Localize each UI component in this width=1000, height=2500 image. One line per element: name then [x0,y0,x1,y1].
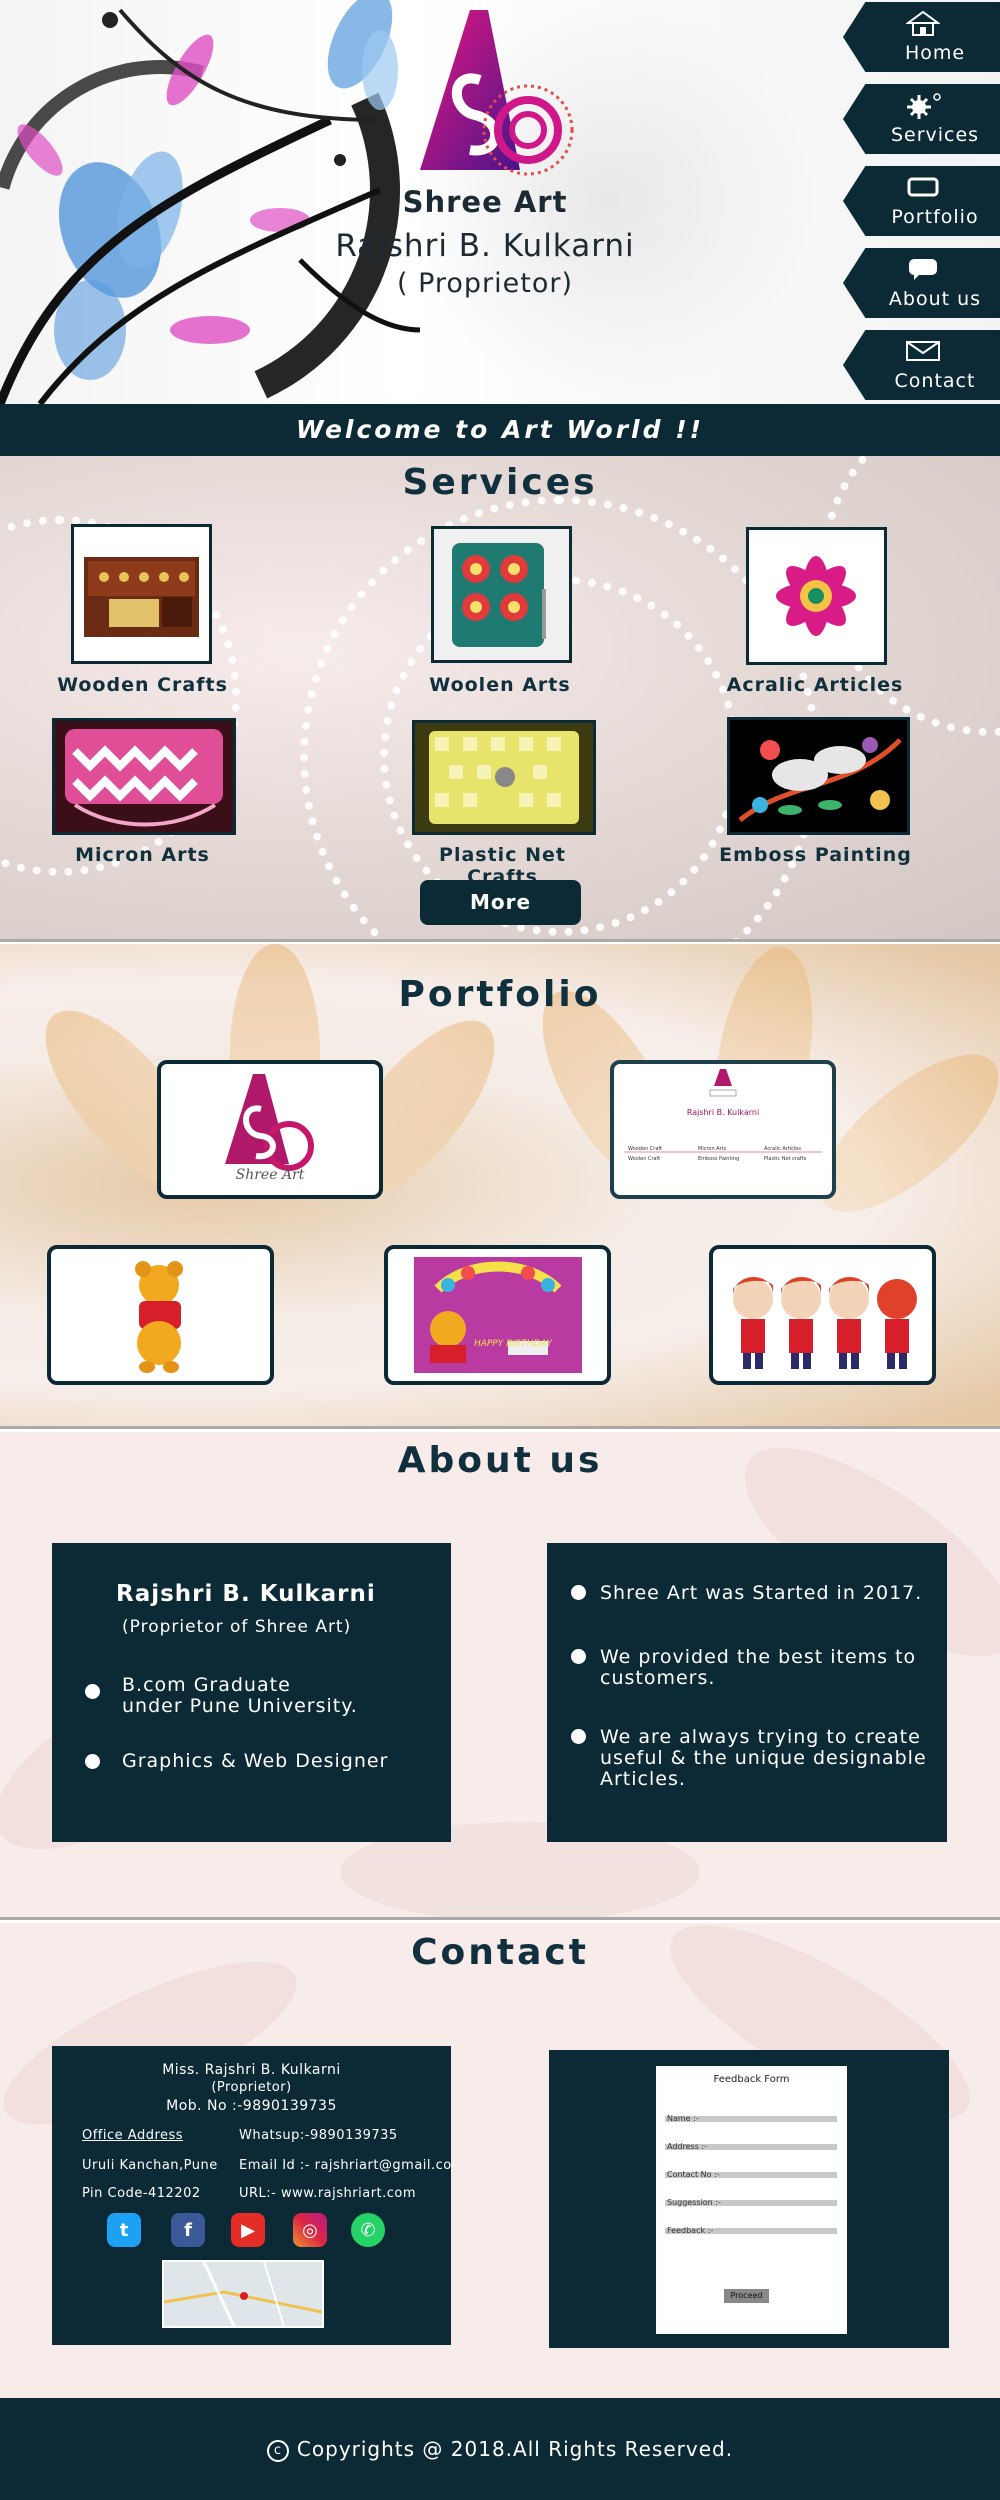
home-icon [901,9,945,37]
nav-label: Home [904,42,966,64]
about-point: Shree Art was Started in 2017. [600,1582,923,1604]
service-image-woolen-arts[interactable] [431,526,572,663]
portfolio-item-birthday[interactable]: HAPPY BIRTHDAY [384,1245,611,1385]
nav-about[interactable]: About us [843,248,1000,318]
nav-home[interactable]: Home [843,2,1000,72]
address-label: Address :- [667,2142,707,2151]
bullet-icon [571,1649,586,1664]
youtube-icon[interactable]: ▶ [231,2213,265,2247]
nav-services[interactable]: Services [843,84,1000,154]
brand-name: Shree Art [402,185,568,219]
about-owner-subtitle: (Proprietor of Shree Art) [122,1617,352,1637]
card-item: Plastic Net crafts [764,1156,807,1162]
contact-name: Miss. Rajshri B. Kulkarni [162,2062,341,2078]
service-image-acralic-articles[interactable] [746,527,887,665]
feedback-label: Feedback :- [667,2226,714,2235]
twitter-icon[interactable]: t [107,2213,141,2247]
about-point: B.com Graduate under Pune University. [122,1674,358,1717]
chat-icon [901,255,945,283]
welcome-banner: Welcome to Art World !! [0,404,1000,456]
whatsapp-icon[interactable]: ✆ [351,2213,385,2247]
contact-role: (Proprietor) [211,2080,292,2095]
about-point: Graphics & Web Designer [122,1750,389,1772]
contact-whatsup: Whatsup:-9890139735 [239,2128,398,2143]
service-label[interactable]: Woolen Arts [400,674,600,696]
bullet-icon [571,1585,586,1600]
contact-title: Contact [411,1932,589,1973]
about-point: We provided the best items to customers. [600,1646,917,1689]
card-item: Acralic Articles [764,1146,801,1152]
owner-role: ( Proprietor) [396,268,574,299]
card-name: Rajshri B. Kulkarni [686,1108,760,1117]
instagram-icon[interactable]: ◎ [293,2213,327,2247]
nav-label: Contact [894,370,976,392]
service-label[interactable]: Micron Arts [40,844,245,866]
contact-mobile: Mob. No :-9890139735 [166,2098,337,2114]
location-map[interactable] [162,2260,324,2328]
gear-icon [901,91,945,119]
nav-contact[interactable]: Contact [843,330,1000,400]
portfolio-title: Portfolio [398,974,602,1015]
card-item: Wooden Craft [628,1146,663,1152]
card-item: Micron Arts [698,1146,727,1152]
portfolio-logo-text: Shree Art [235,1167,305,1183]
service-label[interactable]: Acralic Articles [715,674,915,696]
nav-label: Services [890,124,980,146]
about-title: About us [397,1440,603,1481]
footer: c Copyrights @ 2018.All Rights Reserved. [0,2398,1000,2500]
service-label[interactable]: Wooden Crafts [40,674,245,696]
name-label: Name :- [667,2114,699,2123]
bullet-icon [85,1684,100,1699]
facebook-icon[interactable]: f [171,2213,205,2247]
service-image-wooden-crafts[interactable] [71,524,212,664]
card-item: Woolen Craft [628,1156,661,1162]
bullet-icon [571,1729,586,1744]
service-image-emboss-painting[interactable] [727,717,910,835]
portfolio-item-characters[interactable] [709,1245,936,1385]
about-profile-box: Rajshri B. Kulkarni (Proprietor of Shree… [52,1543,451,1842]
service-image-micron-arts[interactable] [52,718,236,835]
envelope-icon [901,337,945,365]
contact-email[interactable]: Email Id :- rajshriart@gmail.com [239,2158,451,2173]
about-info-box: Shree Art was Started in 2017. We provid… [547,1543,947,1842]
contact-url[interactable]: URL:- www.rajshriart.com [239,2186,416,2201]
about-point: We are always trying to create useful & … [600,1726,927,1790]
proceed-button[interactable]: Proceed [724,2289,769,2303]
copyright-icon: c [266,2439,289,2462]
portfolio-item-pooh[interactable] [47,1245,274,1385]
nav-label: Portfolio [891,206,979,228]
nav-portfolio[interactable]: Portfolio [843,166,1000,236]
suggession-label: Suggession :- [667,2198,721,2207]
service-image-plastic-net-crafts[interactable] [412,720,596,835]
address-pincode: Pin Code-412202 [82,2186,201,2201]
copyright-text: Copyrights @ 2018.All Rights Reserved. [296,2437,734,2461]
more-button[interactable]: More [420,880,581,925]
office-address-label: Office Address [82,2128,184,2143]
card-item: Emboss Painting [698,1156,740,1162]
birthday-text: HAPPY BIRTHDAY [473,1339,553,1349]
about-owner-name: Rajshri B. Kulkarni [116,1581,376,1607]
nav-label: About us [888,288,982,310]
portfolio-item-logo[interactable]: Shree Art [157,1060,383,1199]
owner-name: Rajshri B. Kulkarni [335,228,635,264]
portfolio-item-business-card[interactable]: Rajshri B. Kulkarni Wooden Craft Woolen … [610,1060,836,1199]
portfolio-icon [901,173,945,201]
contact-no-label: Contact No :- [667,2170,720,2179]
service-label[interactable]: Emboss Painting [713,844,918,866]
feedback-form-title: Feedback Form [713,2074,790,2085]
address-line: Uruli Kanchan,Pune [82,2158,218,2173]
shree-art-logo[interactable] [410,10,590,180]
bullet-icon [85,1754,100,1769]
services-title: Services [402,462,598,503]
